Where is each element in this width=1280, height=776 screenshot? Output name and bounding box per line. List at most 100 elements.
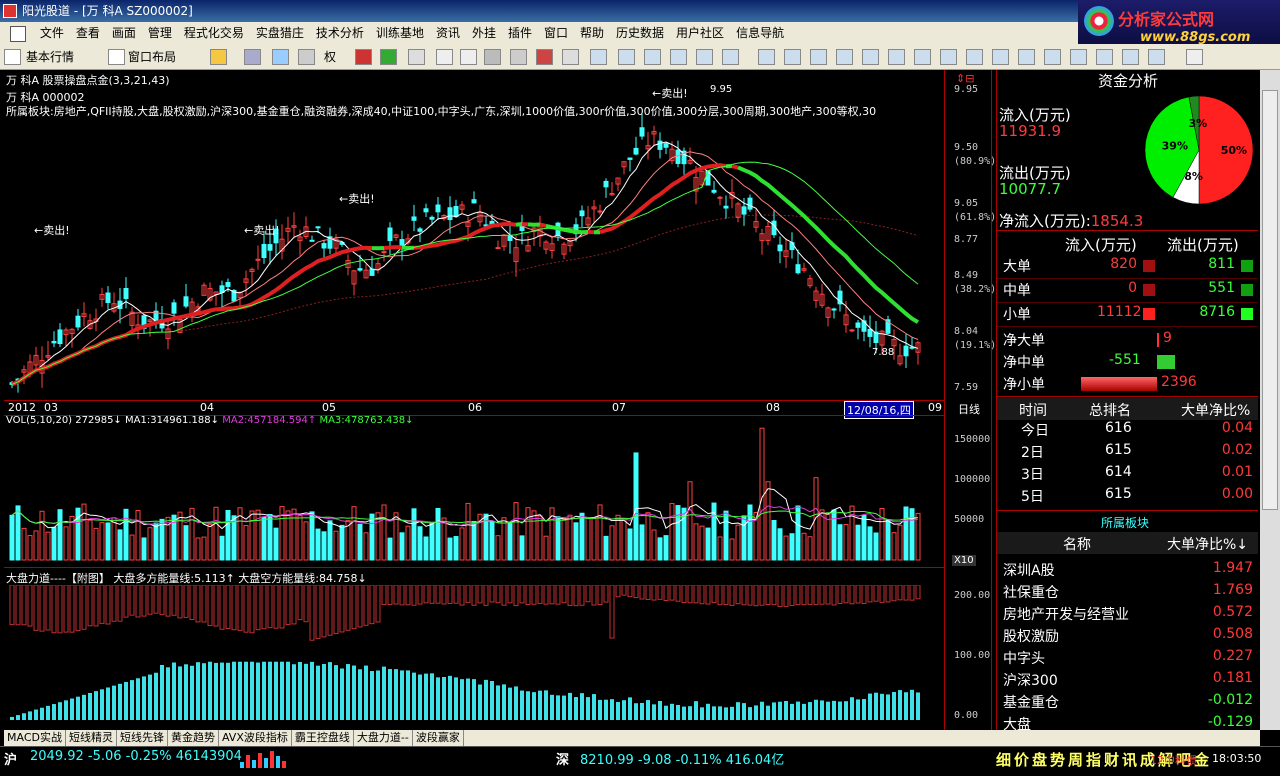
volume-bar: [633, 452, 639, 561]
menu-item-15[interactable]: 信息导航: [730, 22, 790, 44]
menu-item-10[interactable]: 插件: [502, 22, 538, 44]
quan-button[interactable]: 权: [320, 47, 340, 67]
menu-item-5[interactable]: 实盘猎庄: [250, 22, 310, 44]
menu-item-4[interactable]: 程式化交易: [178, 22, 250, 44]
sector-name[interactable]: 社保重仓: [1003, 582, 1059, 602]
selected-date[interactable]: 12/08/16,四: [844, 401, 914, 419]
kline6-icon[interactable]: [722, 49, 739, 65]
bell-icon[interactable]: [536, 49, 553, 65]
volume-bar: [81, 503, 87, 561]
period14-icon[interactable]: [1096, 49, 1113, 65]
period8-icon[interactable]: [940, 49, 957, 65]
menu-item-11[interactable]: 窗口: [538, 22, 574, 44]
indicator-tab-1[interactable]: 短线精灵: [66, 730, 117, 746]
indicator-tab-7[interactable]: 波段赢家: [413, 730, 464, 746]
period1-icon[interactable]: [758, 49, 775, 65]
period7-icon[interactable]: [914, 49, 931, 65]
calc-icon[interactable]: [510, 49, 527, 65]
indicator-tab-4[interactable]: AVX波段指标: [219, 730, 292, 746]
kline-icon[interactable]: [590, 49, 607, 65]
volume-bar: [63, 526, 69, 561]
indicator-tab-0[interactable]: MACD实战: [4, 730, 66, 746]
bear-energy-bar: [501, 585, 507, 606]
menu-item-14[interactable]: 用户社区: [670, 22, 730, 44]
sector-name[interactable]: 沪深300: [1003, 670, 1058, 690]
menu-item-13[interactable]: 历史数据: [610, 22, 670, 44]
export-icon[interactable]: [408, 49, 425, 65]
menu-item-12[interactable]: 帮助: [574, 22, 610, 44]
period4-icon[interactable]: [836, 49, 853, 65]
settings-icon[interactable]: [562, 49, 579, 65]
indicator-tab-3[interactable]: 黄金趋势: [168, 730, 219, 746]
scrollbar-thumb[interactable]: [1262, 90, 1278, 510]
rank-header[interactable]: 总排名: [1089, 400, 1131, 420]
sector-name[interactable]: 深圳A股: [1003, 560, 1055, 580]
line-tool-icon[interactable]: [436, 49, 453, 65]
period12-icon[interactable]: [1044, 49, 1061, 65]
sz-index[interactable]: 8210.99 -9.08 -0.11% 416.04亿: [580, 749, 784, 768]
rank-header[interactable]: 时间: [1019, 400, 1047, 420]
bull-energy-bar: [556, 695, 560, 720]
table-icon[interactable]: [298, 49, 315, 65]
volume-chart[interactable]: [4, 420, 944, 565]
period16-icon[interactable]: [1148, 49, 1165, 65]
period13-icon[interactable]: [1070, 49, 1087, 65]
power-indicator-chart[interactable]: [4, 585, 944, 725]
menu-item-2[interactable]: 画面: [106, 22, 142, 44]
period10-icon[interactable]: [992, 49, 1009, 65]
period-label[interactable]: 日线: [958, 401, 980, 417]
list-icon[interactable]: [460, 49, 477, 65]
period6-icon[interactable]: [888, 49, 905, 65]
menu-item-6[interactable]: 技术分析: [310, 22, 370, 44]
rank-value: 614: [1105, 464, 1132, 480]
menu-item-9[interactable]: 外挂: [466, 22, 502, 44]
indicator-tab-5[interactable]: 霸王控盘线: [292, 730, 354, 746]
layout-icon[interactable]: [108, 49, 125, 65]
candlestick-chart[interactable]: ←卖出! ←卖出! ←卖出! ←卖出! 9.95 7.88: [4, 70, 944, 398]
period11-icon[interactable]: [1018, 49, 1035, 65]
indicator-tab-2[interactable]: 短线先锋: [117, 730, 168, 746]
menu-item-0[interactable]: 文件: [34, 22, 70, 44]
chart-red-icon[interactable]: [355, 49, 372, 65]
period5-icon[interactable]: [862, 49, 879, 65]
sector-name[interactable]: 中字头: [1003, 648, 1045, 668]
window-layout-button[interactable]: 窗口布局: [124, 47, 180, 67]
right-scrollbar[interactable]: [1260, 70, 1280, 730]
menu-item-8[interactable]: 资讯: [430, 22, 466, 44]
period3-icon[interactable]: [810, 49, 827, 65]
kline2-icon[interactable]: [618, 49, 635, 65]
kline3-icon[interactable]: [644, 49, 661, 65]
menu-item-3[interactable]: 管理: [142, 22, 178, 44]
menu-item-7[interactable]: 训练基地: [370, 22, 430, 44]
period15-icon[interactable]: [1122, 49, 1139, 65]
text-tool-icon[interactable]: [484, 49, 501, 65]
indicator-tab-6[interactable]: 大盘力道--: [354, 730, 413, 746]
bars-icon[interactable]: [244, 49, 261, 65]
close-panel-icon[interactable]: [1186, 49, 1203, 65]
mini-bar: [246, 755, 250, 768]
rank-header[interactable]: 大单净比%: [1181, 400, 1250, 420]
grid-icon[interactable]: [4, 49, 21, 65]
system-menu-icon[interactable]: [10, 25, 26, 42]
sector-header-pct[interactable]: 大单净比%↓: [1167, 534, 1248, 554]
menu-item-1[interactable]: 查看: [70, 22, 106, 44]
kline5-icon[interactable]: [696, 49, 713, 65]
sector-header-name[interactable]: 名称: [1063, 534, 1091, 554]
period2-icon[interactable]: [784, 49, 801, 65]
kline4-icon[interactable]: [670, 49, 687, 65]
period9-icon[interactable]: [966, 49, 983, 65]
chart-green-icon[interactable]: [380, 49, 397, 65]
sh-index[interactable]: 2049.92 -5.06 -0.25% 46143904: [30, 749, 242, 764]
bull-energy-bar: [268, 661, 272, 720]
sector-name[interactable]: 基金重仓: [1003, 692, 1059, 712]
folder-icon[interactable]: [210, 49, 227, 65]
volume-tick: 150000: [954, 434, 991, 445]
crosshair-icon[interactable]: [272, 49, 289, 65]
col-inflow: 流入(万元): [1065, 236, 1137, 254]
base-quote-button[interactable]: 基本行情: [22, 47, 78, 67]
sector-name[interactable]: 房地产开发与经营业: [1003, 604, 1129, 624]
sector-name[interactable]: 股权激励: [1003, 626, 1059, 646]
restore-icon[interactable]: ⇕⊟: [956, 72, 974, 85]
sector-name[interactable]: 大盘: [1003, 714, 1031, 730]
bull-energy-bar: [784, 701, 788, 720]
